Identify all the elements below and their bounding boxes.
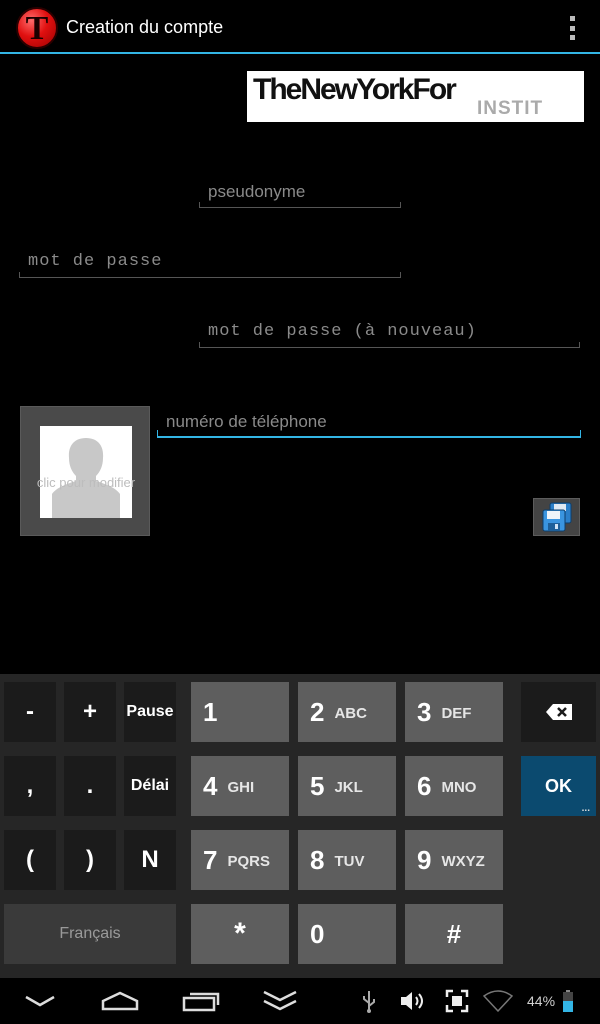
key-1[interactable]: 1 <box>191 682 289 742</box>
key-4-letters: GHI <box>227 779 255 796</box>
key-ok[interactable]: OK... <box>521 756 596 816</box>
key-ok-label: OK <box>545 775 572 796</box>
key-3[interactable]: 3 DEF <box>405 682 503 742</box>
avatar-caption: clic pour modifier <box>36 475 136 490</box>
wifi-icon <box>482 986 514 1016</box>
key-8-letters: TUV <box>334 853 365 870</box>
battery-percentage: 44% <box>527 993 556 1009</box>
key-2-letters: ABC <box>334 705 367 722</box>
key-plus[interactable]: + <box>64 682 116 742</box>
key-dot[interactable]: . <box>64 756 116 816</box>
chevron-down-icon <box>25 995 55 1007</box>
key-1-digit: 1 <box>203 696 218 727</box>
pseudo-input[interactable]: pseudonyme <box>199 174 401 208</box>
recent-apps-button[interactable] <box>180 984 222 1018</box>
hide-keyboard-button[interactable] <box>20 984 60 1018</box>
key-delay[interactable]: Délai <box>124 756 176 816</box>
logo-line-2: INSTIT <box>477 98 544 119</box>
app-icon-letter: T <box>25 10 49 47</box>
key-right-paren[interactable]: ) <box>64 830 116 890</box>
menu-button[interactable] <box>258 984 302 1018</box>
save-button[interactable] <box>533 498 580 536</box>
key-5-letters: JKL <box>334 779 363 796</box>
key-star[interactable]: * <box>191 904 289 964</box>
key-6[interactable]: 6 MNO <box>405 756 503 816</box>
pseudo-placeholder: pseudonyme <box>208 182 306 201</box>
key-3-digit: 3 <box>417 696 432 727</box>
key-9[interactable]: 9 WXYZ <box>405 830 503 890</box>
key-5[interactable]: 5 JKL <box>298 756 396 816</box>
key-4[interactable]: 4 GHI <box>191 756 289 816</box>
password-confirm-input[interactable]: mot de passe (à nouveau) <box>199 314 580 348</box>
password-placeholder: mot de passe <box>28 252 163 271</box>
key-7-digit: 7 <box>203 844 218 875</box>
key-8-digit: 8 <box>310 844 325 875</box>
floppy-disk-icon <box>542 502 571 532</box>
key-8[interactable]: 8 TUV <box>298 830 396 890</box>
app-title: Creation du compte <box>66 17 224 37</box>
double-chevron-down-icon <box>263 990 297 1011</box>
key-comma[interactable]: , <box>4 756 56 816</box>
key-pause[interactable]: Pause <box>124 682 176 742</box>
key-hash[interactable]: # <box>405 904 503 964</box>
usb-icon <box>358 986 380 1016</box>
key-left-paren[interactable]: ( <box>4 830 56 890</box>
key-9-digit: 9 <box>417 844 432 875</box>
key-0-digit: 0 <box>310 918 325 949</box>
overflow-menu-icon[interactable] <box>568 16 576 40</box>
key-6-digit: 6 <box>417 770 432 801</box>
key-4-digit: 4 <box>203 770 218 801</box>
key-9-letters: WXYZ <box>441 853 485 870</box>
key-2-digit: 2 <box>310 696 325 727</box>
volume-icon[interactable] <box>398 986 428 1016</box>
numeric-keyboard: - + Pause 1 2 ABC 3 DEF , . Délai 4 GHI 5 JK… <box>0 674 600 978</box>
key-n[interactable]: N <box>124 830 176 890</box>
backspace-icon <box>545 704 572 720</box>
key-0[interactable]: 0 <box>298 904 396 964</box>
phone-input[interactable]: numéro de téléphone <box>157 404 581 438</box>
key-7-letters: PQRS <box>227 853 270 870</box>
avatar-placeholder-icon <box>40 426 132 518</box>
screenshot-icon[interactable] <box>443 986 471 1016</box>
key-2[interactable]: 2 ABC <box>298 682 396 742</box>
avatar-button[interactable]: clic pour modifier <box>20 406 150 536</box>
password-confirm-placeholder: mot de passe (à nouveau) <box>208 322 477 341</box>
key-ok-dots: ... <box>581 803 590 814</box>
key-5-digit: 5 <box>310 770 325 801</box>
home-button[interactable] <box>98 984 142 1018</box>
key-3-letters: DEF <box>441 705 472 722</box>
battery-icon <box>560 986 576 1016</box>
key-7[interactable]: 7 PQRS <box>191 830 289 890</box>
key-minus[interactable]: - <box>4 682 56 742</box>
phone-placeholder: numéro de téléphone <box>166 412 327 431</box>
key-backspace[interactable] <box>521 682 596 742</box>
action-bar: T Creation du compte <box>0 0 600 54</box>
app-icon[interactable]: T <box>16 7 58 49</box>
key-6-letters: MNO <box>441 779 477 796</box>
home-icon <box>101 991 139 1011</box>
action-bar-divider <box>0 52 600 54</box>
password-input[interactable]: mot de passe <box>19 244 401 278</box>
institute-logo: TheNewYorkFor INSTIT <box>247 71 584 122</box>
system-navigation-bar: 44% <box>0 978 600 1024</box>
recent-apps-icon <box>182 992 220 1012</box>
logo-line-1: TheNewYorkFor <box>253 73 457 106</box>
key-language[interactable]: Français <box>4 904 176 964</box>
